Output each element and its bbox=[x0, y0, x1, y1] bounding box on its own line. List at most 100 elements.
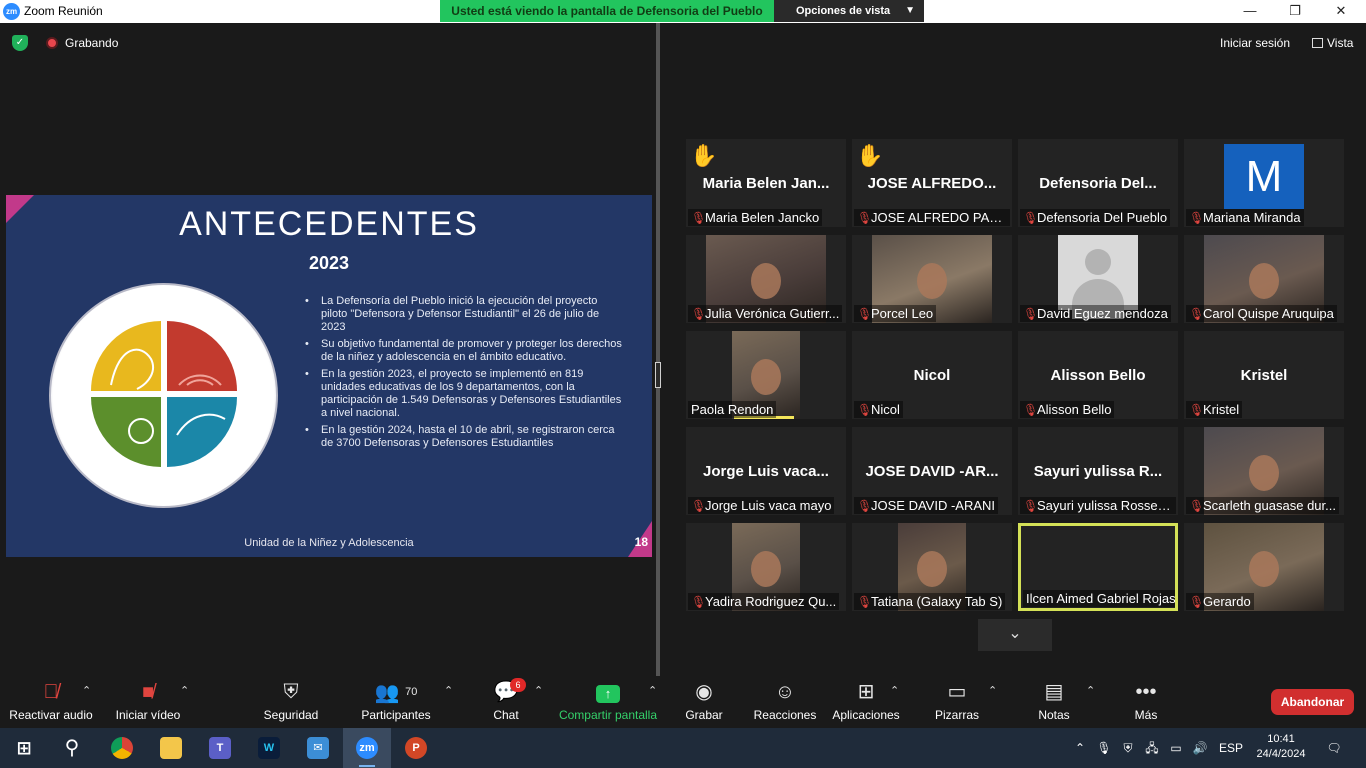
muted-mic-icon: 🎙 bbox=[691, 595, 707, 609]
slide-title: ANTECEDENTES bbox=[179, 205, 479, 243]
battery-tray-icon[interactable]: ▭ bbox=[1166, 728, 1186, 768]
share-caret-icon[interactable]: ⌃ bbox=[648, 684, 657, 697]
teams-icon: T bbox=[209, 737, 231, 759]
input-language[interactable]: ESP bbox=[1216, 728, 1246, 768]
participant-name-label: 🎙Defensoria Del Pueblo bbox=[1020, 209, 1171, 226]
clock-time: 10:41 bbox=[1267, 733, 1295, 745]
participants-button[interactable]: 👥 70 Participantes bbox=[360, 676, 432, 728]
participant-tile[interactable]: JOSE DAVID -AR... 🎙JOSE DAVID -ARANI bbox=[852, 427, 1012, 515]
taskbar-chrome[interactable] bbox=[98, 728, 146, 768]
participant-display-name: Nicol bbox=[913, 367, 951, 384]
participants-label: Participantes bbox=[361, 708, 431, 722]
apps-label: Aplicaciones bbox=[832, 708, 900, 722]
more-button[interactable]: ••• Más bbox=[1126, 676, 1166, 728]
muted-mic-icon: 🎙 bbox=[857, 595, 873, 609]
maximize-button[interactable]: ❐ bbox=[1272, 0, 1318, 23]
muted-mic-icon: 🎙 bbox=[857, 211, 873, 225]
reactions-button[interactable]: ☺ Reacciones bbox=[752, 676, 818, 728]
taskbar-zoom[interactable]: zm bbox=[343, 728, 391, 768]
participant-name-label: 🎙Jorge Luis vaca mayo bbox=[688, 497, 835, 514]
divider-drag-handle[interactable] bbox=[655, 362, 661, 388]
muted-mic-icon: 🎙 bbox=[1023, 499, 1039, 513]
webex-icon: W bbox=[258, 737, 280, 759]
search-button[interactable]: ⚲ bbox=[48, 728, 96, 768]
share-screen-button[interactable]: ↑ Compartir pantalla bbox=[556, 676, 660, 728]
taskbar-outlook[interactable]: ✉ bbox=[294, 728, 342, 768]
security-shield-icon: ⛨ bbox=[283, 681, 299, 703]
participant-tile[interactable]: 🎙Julia Verónica Gutierr... bbox=[686, 235, 846, 323]
participant-display-name: Maria Belen Jan... bbox=[702, 175, 830, 192]
taskbar-file-explorer[interactable] bbox=[147, 728, 195, 768]
security-tray-icon[interactable]: ⛨ bbox=[1118, 728, 1138, 768]
participants-caret-icon[interactable]: ⌃ bbox=[444, 684, 453, 697]
slide-page-number: 18 bbox=[634, 535, 648, 549]
participant-name-label: 🎙Alisson Bello bbox=[1020, 401, 1115, 418]
zoom-icon: zm bbox=[356, 737, 378, 759]
slide-bullet: En la gestión 2024, hasta el 10 de abril… bbox=[304, 424, 622, 450]
participant-name: Porcel Leo bbox=[871, 306, 934, 321]
taskbar-teams[interactable]: T bbox=[196, 728, 244, 768]
chevron-down-icon: ▼ bbox=[905, 5, 915, 16]
minimize-button[interactable]: — bbox=[1227, 0, 1273, 23]
slide-bullet: Su objetivo fundamental de promover y pr… bbox=[304, 338, 622, 364]
muted-mic-icon: 🎙 bbox=[691, 499, 707, 513]
start-button[interactable]: ⊞ bbox=[0, 728, 48, 768]
volume-tray-icon[interactable]: 🔊 bbox=[1190, 728, 1210, 768]
gallery-next-page-button[interactable]: ⌄ bbox=[978, 619, 1052, 651]
participant-tile[interactable]: Paola Rendon bbox=[686, 331, 846, 419]
whiteboards-caret-icon[interactable]: ⌃ bbox=[988, 684, 997, 697]
record-button[interactable]: ◉ Grabar bbox=[684, 676, 724, 728]
encryption-shield-icon[interactable]: ✓ bbox=[12, 35, 28, 51]
recording-status: Grabando bbox=[65, 36, 119, 50]
notes-button[interactable]: ▤ Notas bbox=[1034, 676, 1074, 728]
muted-mic-icon: 🎙 bbox=[1023, 307, 1039, 321]
participant-tile[interactable]: Alisson Bello 🎙Alisson Bello bbox=[1018, 331, 1178, 419]
network-tray-icon[interactable]: 🖧 bbox=[1142, 728, 1162, 768]
view-label: Vista bbox=[1327, 36, 1354, 50]
participant-tile[interactable]: Nicol 🎙Nicol bbox=[852, 331, 1012, 419]
participant-tile[interactable]: 🎙Scarleth guasase dur... bbox=[1184, 427, 1344, 515]
apps-caret-icon[interactable]: ⌃ bbox=[890, 684, 899, 697]
microphone-tray-icon[interactable]: 🎙 bbox=[1094, 728, 1114, 768]
close-button[interactable]: ✕ bbox=[1318, 0, 1364, 23]
sign-in-button[interactable]: Iniciar sesión bbox=[1214, 33, 1296, 53]
show-hidden-icons-chevron-icon[interactable]: ⌃ bbox=[1070, 728, 1090, 768]
taskbar-webex[interactable]: W bbox=[245, 728, 293, 768]
whiteboards-button[interactable]: ▭ Pizarras bbox=[932, 676, 982, 728]
participant-tile[interactable]: Ilcen Aimed Gabriel Rojas bbox=[1018, 523, 1178, 611]
security-button[interactable]: ⛨ Seguridad bbox=[258, 676, 324, 728]
chat-button[interactable]: 💬 Chat 6 bbox=[486, 676, 526, 728]
notes-caret-icon[interactable]: ⌃ bbox=[1086, 684, 1095, 697]
participant-name-label: Ilcen Aimed Gabriel Rojas bbox=[1023, 590, 1175, 607]
participant-tile[interactable]: Defensoria Del... 🎙Defensoria Del Pueblo bbox=[1018, 139, 1178, 227]
participant-tile[interactable]: 🎙Yadira Rodriguez Qu... bbox=[686, 523, 846, 611]
participant-tile[interactable]: 🎙Carol Quispe Aruquipa bbox=[1184, 235, 1344, 323]
split-divider[interactable] bbox=[656, 23, 660, 676]
participant-tile[interactable]: Sayuri yulissa R... 🎙Sayuri yulissa Rosse… bbox=[1018, 427, 1178, 515]
participant-name: Alisson Bello bbox=[1037, 402, 1112, 417]
view-button[interactable]: Vista bbox=[1308, 33, 1357, 53]
share-screen-label: Compartir pantalla bbox=[558, 708, 658, 722]
notifications-icon[interactable]: 🗨 bbox=[1320, 728, 1348, 768]
participant-tile[interactable]: 🎙Porcel Leo bbox=[852, 235, 1012, 323]
participant-tile[interactable]: ✋ JOSE ALFREDO... 🎙JOSE ALFREDO PACO... bbox=[852, 139, 1012, 227]
default-avatar-icon bbox=[1058, 235, 1138, 319]
participant-tile[interactable]: ✋ Maria Belen Jan... 🎙Maria Belen Jancko bbox=[686, 139, 846, 227]
audio-options-caret-icon[interactable]: ⌃ bbox=[82, 684, 91, 697]
participant-tile[interactable]: Jorge Luis vaca... 🎙Jorge Luis vaca mayo bbox=[686, 427, 846, 515]
start-video-button[interactable]: ■̸ Iniciar vídeo bbox=[112, 676, 184, 728]
view-options-dropdown[interactable]: Opciones de vista ▼ bbox=[774, 0, 924, 22]
taskbar-powerpoint[interactable]: P bbox=[392, 728, 440, 768]
participant-name-label: 🎙Gerardo bbox=[1186, 593, 1254, 610]
participant-tile[interactable]: M 🎙Mariana Miranda bbox=[1184, 139, 1344, 227]
video-options-caret-icon[interactable]: ⌃ bbox=[180, 684, 189, 697]
participant-tile[interactable]: 🎙Tatiana (Galaxy Tab S) bbox=[852, 523, 1012, 611]
participant-tile[interactable]: 🎙Gerardo bbox=[1184, 523, 1344, 611]
participant-tile[interactable]: Kristel 🎙Kristel bbox=[1184, 331, 1344, 419]
chrome-icon bbox=[111, 737, 133, 759]
participant-tile[interactable]: 🎙David Eguez mendoza bbox=[1018, 235, 1178, 323]
chat-unread-badge: 6 bbox=[510, 678, 526, 692]
leave-meeting-button[interactable]: Abandonar bbox=[1271, 689, 1354, 715]
taskbar-clock[interactable]: 10:41 24/4/2024 bbox=[1252, 732, 1310, 762]
chat-caret-icon[interactable]: ⌃ bbox=[534, 684, 543, 697]
